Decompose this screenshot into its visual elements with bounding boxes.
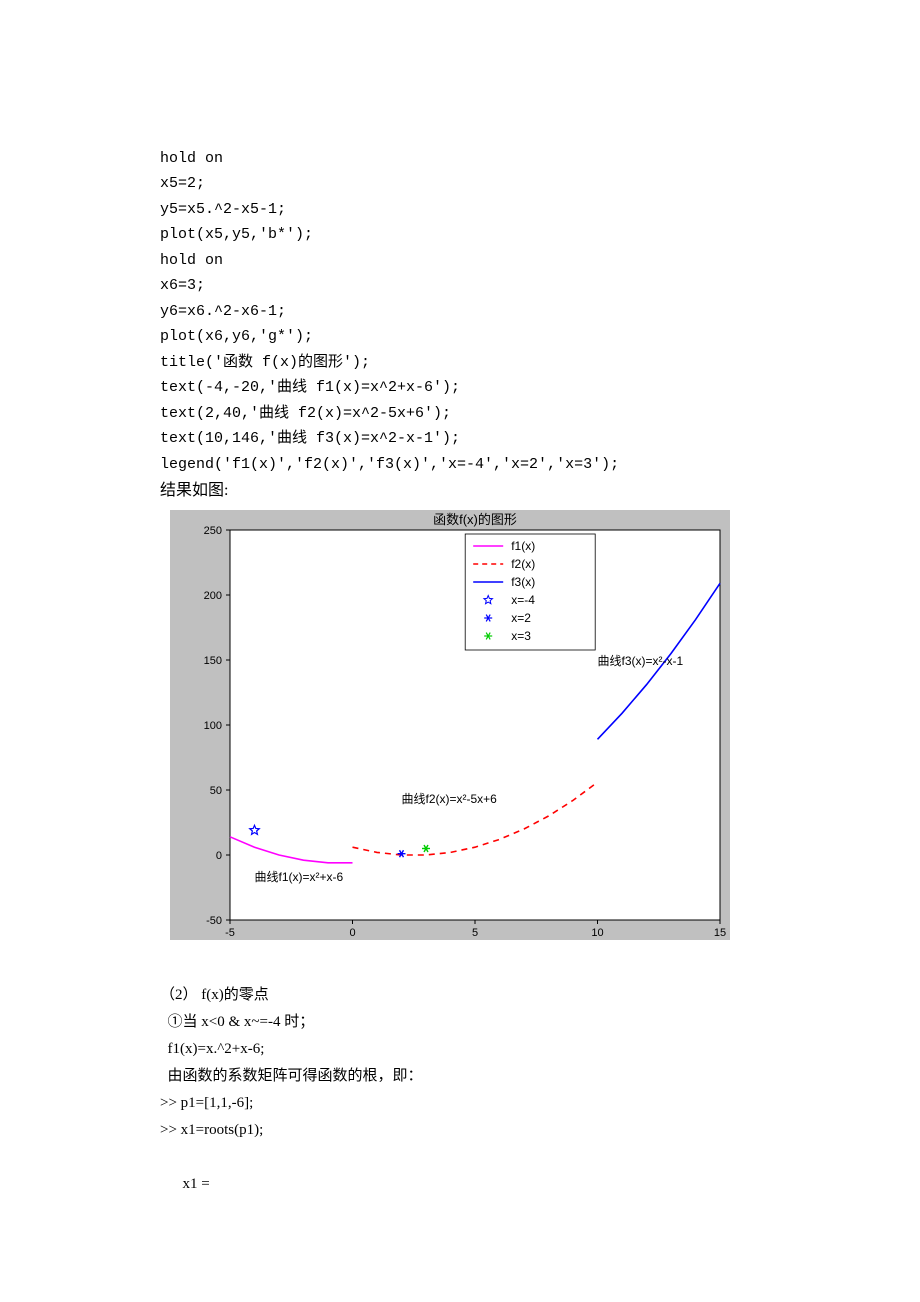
svg-text:曲线f3(x)=x²-x-1: 曲线f3(x)=x²-x-1 — [598, 654, 684, 668]
svg-text:150: 150 — [204, 655, 222, 667]
post-line: ①当 x<0 & x~=-4 时； — [160, 1014, 314, 1030]
svg-text:200: 200 — [204, 590, 222, 602]
svg-text:10: 10 — [591, 927, 603, 939]
svg-text:250: 250 — [204, 525, 222, 537]
code-line: text(10,146,'曲线 f3(x)=x^2-x-1'); — [160, 430, 460, 447]
code-line: hold on — [160, 150, 223, 167]
svg-text:-5: -5 — [225, 927, 235, 939]
code-line: x6=3; — [160, 277, 205, 294]
svg-text:f3(x): f3(x) — [511, 575, 535, 589]
post-line: >> x1=roots(p1); — [160, 1122, 263, 1138]
post-line: f1(x)=x.^2+x-6; — [160, 1041, 264, 1057]
matlab-chart: 函数f(x)的图形 -5051015 -50050100150200250 曲线… — [170, 510, 760, 945]
svg-text:100: 100 — [204, 720, 222, 732]
svg-text:0: 0 — [349, 927, 355, 939]
svg-text:5: 5 — [472, 927, 478, 939]
svg-text:-50: -50 — [206, 915, 222, 927]
code-line: x5=2; — [160, 175, 205, 192]
code-line: legend('f1(x)','f2(x)','f3(x)','x=-4','x… — [160, 456, 619, 473]
code-line: text(-4,-20,'曲线 f1(x)=x^2+x-6'); — [160, 379, 460, 396]
post-line: （2） f(x)的零点 — [160, 987, 269, 1003]
svg-text:x=2: x=2 — [511, 611, 531, 625]
code-line: plot(x6,y6,'g*'); — [160, 328, 313, 345]
code-line: title('函数 f(x)的图形'); — [160, 354, 370, 371]
post-line: >> p1=[1,1,-6]; — [160, 1095, 253, 1111]
post-line: 由函数的系数矩阵可得函数的根，即： — [160, 1068, 423, 1084]
svg-text:15: 15 — [714, 927, 726, 939]
chart-svg: 函数f(x)的图形 -5051015 -50050100150200250 曲线… — [170, 510, 730, 940]
chart-title: 函数f(x)的图形 — [433, 512, 517, 527]
svg-text:f1(x): f1(x) — [511, 539, 535, 553]
svg-text:0: 0 — [216, 850, 222, 862]
code-line: y6=x6.^2-x6-1; — [160, 303, 286, 320]
code-line: plot(x5,y5,'b*'); — [160, 226, 313, 243]
svg-text:50: 50 — [210, 785, 222, 797]
svg-text:曲线f1(x)=x²+x-6: 曲线f1(x)=x²+x-6 — [255, 870, 344, 884]
code-line: hold on — [160, 252, 223, 269]
svg-text:x=3: x=3 — [511, 629, 531, 643]
post-line: x1 = — [160, 1176, 210, 1192]
svg-text:曲线f2(x)=x²-5x+6: 曲线f2(x)=x²-5x+6 — [402, 792, 498, 806]
result-label: 结果如图: — [160, 477, 760, 504]
matlab-code: hold on x5=2; y5=x5.^2-x5-1; plot(x5,y5,… — [160, 120, 760, 477]
post-text: （2） f(x)的零点 ①当 x<0 & x~=-4 时； f1(x)=x.^2… — [160, 955, 760, 1198]
code-line: y5=x5.^2-x5-1; — [160, 201, 286, 218]
svg-text:f2(x): f2(x) — [511, 557, 535, 571]
legend: f1(x) f2(x) f3(x) x=-4 x=2 x=3 — [465, 534, 595, 650]
svg-text:x=-4: x=-4 — [511, 593, 535, 607]
code-line: text(2,40,'曲线 f2(x)=x^2-5x+6'); — [160, 405, 451, 422]
